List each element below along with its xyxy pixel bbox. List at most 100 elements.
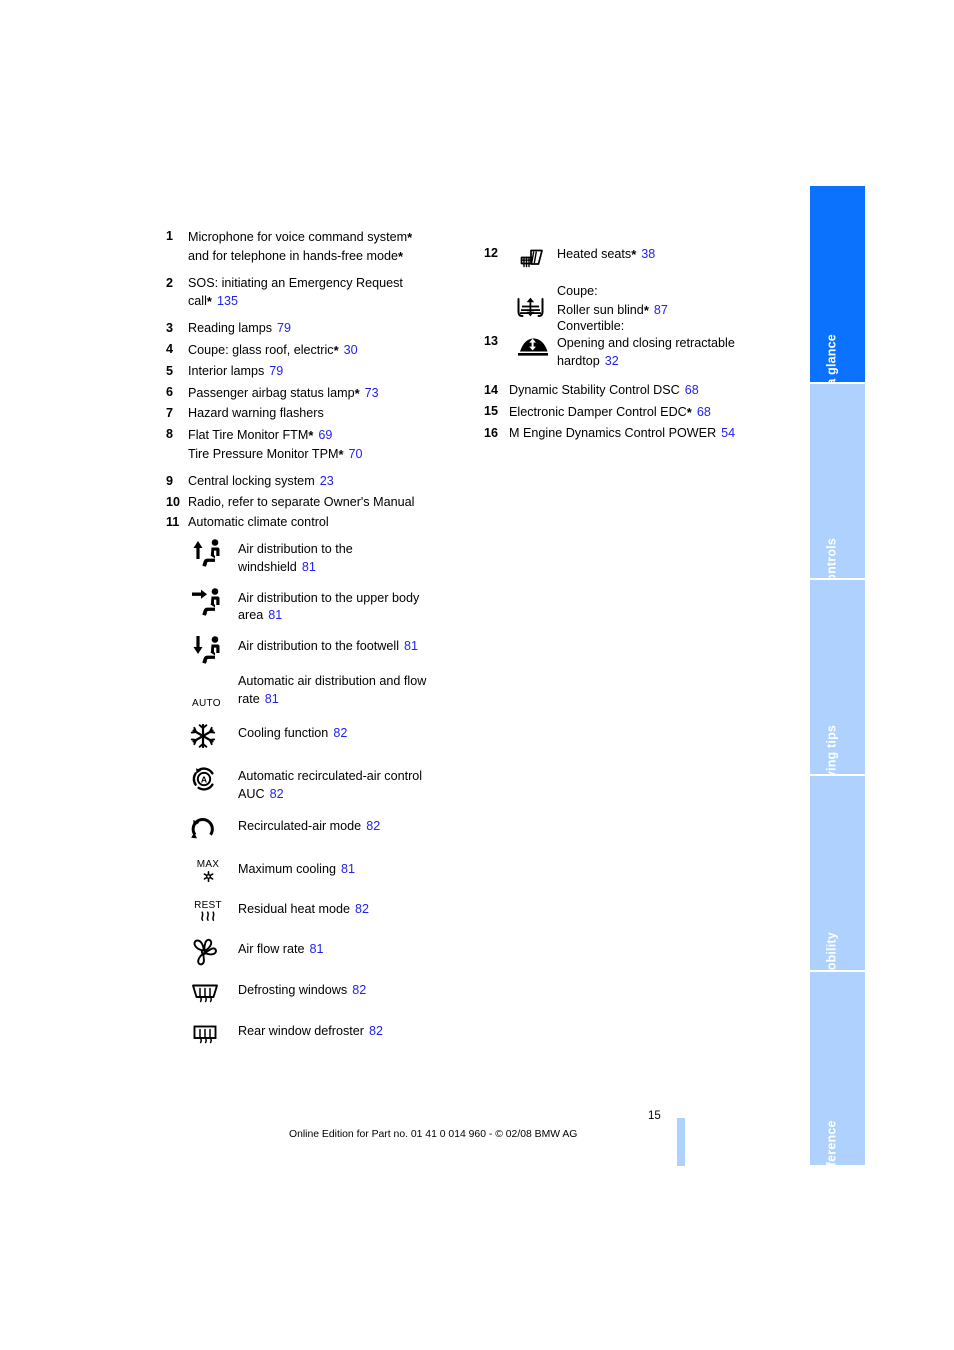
tab-reference-label: Reference: [824, 1119, 838, 1183]
climate-row-cooling-page-ref[interactable]: 82: [333, 726, 347, 740]
legend-item-13-conv-page-ref[interactable]: 32: [605, 354, 619, 368]
legend-item-16-page-ref[interactable]: 54: [721, 426, 735, 440]
climate-row-upper-body-line2: area: [238, 608, 264, 623]
defrost-windshield-icon: [190, 978, 238, 1008]
climate-row-cooling-text: Cooling function 82: [238, 721, 510, 743]
legend-item-11-number: 11: [166, 515, 180, 530]
legend-item-9-page-ref[interactable]: 23: [320, 474, 334, 488]
climate-row-air-flow-text: Air flow rate 81: [238, 937, 510, 959]
legend-item-13-coupe-text: Coupe: Roller sun blind* 87: [557, 283, 784, 320]
climate-row-defrost-text: Defrosting windows 82: [238, 978, 510, 1000]
climate-row-air-flow-page-ref[interactable]: 81: [310, 942, 324, 956]
legend-item-1-text: Microphone for voice command system* and…: [188, 228, 466, 266]
legend-item-4-number: 4: [166, 341, 174, 356]
legend-item-15-label: Electronic Damper Control EDC: [509, 404, 687, 419]
tab-driving-tips[interactable]: Driving tips: [810, 578, 865, 796]
rear-window-defroster-icon: [190, 1019, 238, 1049]
climate-row-auto-line2: rate: [238, 691, 260, 706]
legend-item-12-label: Heated seats: [557, 247, 632, 261]
legend-item-8-number: 8: [166, 427, 174, 442]
climate-row-upper-body-page-ref[interactable]: 81: [268, 608, 282, 622]
legend-item-16-label: M Engine Dynamics Control POWER: [509, 425, 717, 440]
climate-row-recirculated: Recirculated-air mode 82: [190, 814, 510, 844]
legend-item-15-page-ref[interactable]: 68: [697, 405, 711, 419]
climate-row-residual-heat: REST Residual heat mode 82: [190, 897, 510, 925]
climate-row-rear-defroster-text: Rear window defroster 82: [238, 1019, 510, 1041]
legend-item-3-text: Reading lamps 79: [188, 320, 466, 338]
legend-item-13-coupe: Coupe: Roller sun blind* 87: [484, 283, 784, 320]
legend-item-4-page-ref[interactable]: 30: [344, 343, 358, 357]
legend-item-3-page-ref[interactable]: 79: [277, 321, 291, 335]
climate-row-footwell-line1: Air distribution to the footwell: [238, 639, 400, 654]
legend-item-6-number: 6: [166, 384, 174, 399]
legend-item-8-line1-page-ref[interactable]: 69: [318, 428, 332, 442]
air-distribution-footwell-icon: [190, 634, 238, 664]
climate-row-auc-line2: AUC: [238, 786, 265, 801]
legend-item-8: 8 Flat Tire Monitor FTM* 69 Tire Pressure…: [166, 426, 466, 464]
legend-item-16-text: M Engine Dynamics Control POWER 54: [509, 425, 784, 443]
page-number-bar: [677, 1118, 685, 1166]
legend-item-3-number: 3: [166, 321, 174, 336]
legend-item-7: 7 Hazard warning flashers: [166, 405, 466, 423]
legend-item-12-text: Heated seats* 38: [557, 245, 784, 264]
climate-row-auto-page-ref[interactable]: 81: [265, 692, 279, 706]
legend-item-11-label: Automatic climate control: [188, 515, 329, 530]
legend-item-7-text: Hazard warning flashers: [188, 405, 466, 423]
legend-item-8-text: Flat Tire Monitor FTM* 69 Tire Pressure M…: [188, 426, 466, 464]
legend-item-9-number: 9: [166, 473, 174, 488]
climate-row-auto-text: Automatic air distribution and flow rate…: [238, 673, 510, 709]
climate-row-residual-heat-label: Residual heat mode: [238, 901, 351, 916]
climate-row-auc: A Automatic recirculated-air control AUC…: [190, 764, 510, 804]
legend-item-8-line2-star: *: [338, 446, 344, 462]
climate-row-windshield-line2: windshield: [238, 559, 297, 574]
legend-item-14-number: 14: [484, 382, 499, 397]
air-distribution-windshield-icon: [190, 537, 238, 567]
climate-row-recirculated-page-ref[interactable]: 82: [366, 819, 380, 833]
climate-row-rear-defroster-label: Rear window defroster: [238, 1023, 364, 1038]
legend-item-12-star: *: [631, 247, 637, 262]
legend-item-8-page-ref[interactable]: 70: [349, 447, 363, 461]
legend-item-9-text: Central locking system 23: [188, 473, 466, 491]
legend-item-16-number: 16: [484, 425, 499, 440]
legend-item-2-page-ref[interactable]: 135: [217, 294, 238, 308]
air-distribution-upper-body-icon: [190, 586, 238, 616]
max-cooling-icon: MAX: [190, 857, 238, 885]
climate-row-auc-text: Automatic recirculated-air control AUC 82: [238, 764, 510, 804]
footer-edition-text: Online Edition for Part no. 01 41 0 014 …: [289, 1129, 578, 1140]
legend-item-5-number: 5: [166, 363, 174, 378]
climate-row-footwell-page-ref[interactable]: 81: [404, 639, 418, 653]
legend-item-6-page-ref[interactable]: 73: [365, 386, 379, 400]
legend-item-13-coupe-page-ref[interactable]: 87: [654, 303, 668, 317]
legend-item-2-number: 2: [166, 275, 174, 290]
climate-row-windshield-page-ref[interactable]: 81: [302, 560, 316, 574]
climate-row-residual-heat-page-ref[interactable]: 82: [355, 902, 369, 916]
legend-item-5-text: Interior lamps 79: [188, 363, 466, 381]
tab-reference[interactable]: Reference: [810, 970, 865, 1182]
climate-row-auto: AUTO Automatic air distribution and flow…: [190, 673, 510, 709]
tab-at-a-glance[interactable]: At a glance: [810, 186, 865, 402]
legend-list-left: 1 Microphone for voice command system* a…: [166, 228, 466, 535]
legend-item-12-page-ref[interactable]: 38: [641, 247, 655, 261]
legend-list-right: 12 Heated seats* 38 Coupe: Roller sun bl…: [484, 245, 784, 445]
tab-mobility[interactable]: Mobility: [810, 774, 865, 980]
heated-seat-icon: [509, 245, 557, 273]
climate-row-recirculated-label: Recirculated-air mode: [238, 818, 362, 833]
legend-item-12: 12 Heated seats* 38: [484, 245, 784, 273]
legend-item-1-line2-star: *: [398, 248, 404, 264]
climate-row-rear-defroster-page-ref[interactable]: 82: [369, 1024, 383, 1038]
legend-item-13-text: Convertible: Opening and closing retract…: [557, 318, 784, 371]
climate-row-max-cooling-page-ref[interactable]: 81: [341, 862, 355, 876]
climate-row-max-cooling-label: Maximum cooling: [238, 861, 336, 876]
legend-item-5-page-ref[interactable]: 79: [269, 364, 283, 378]
legend-item-1-number: 1: [166, 229, 174, 243]
legend-item-14-page-ref[interactable]: 68: [685, 383, 699, 397]
rest-heat-icon-label: REST: [194, 899, 222, 911]
climate-row-auc-page-ref[interactable]: 82: [270, 787, 284, 801]
retractable-hardtop-icon: [509, 318, 557, 358]
legend-item-6-label: Passenger airbag status lamp: [188, 385, 355, 400]
climate-row-defrost-page-ref[interactable]: 82: [352, 983, 366, 997]
tab-controls[interactable]: Controls: [810, 382, 865, 591]
climate-row-defrost-label: Defrosting windows: [238, 982, 348, 997]
recirculated-air-icon: [190, 814, 238, 844]
climate-row-defrost: Defrosting windows 82: [190, 978, 510, 1008]
